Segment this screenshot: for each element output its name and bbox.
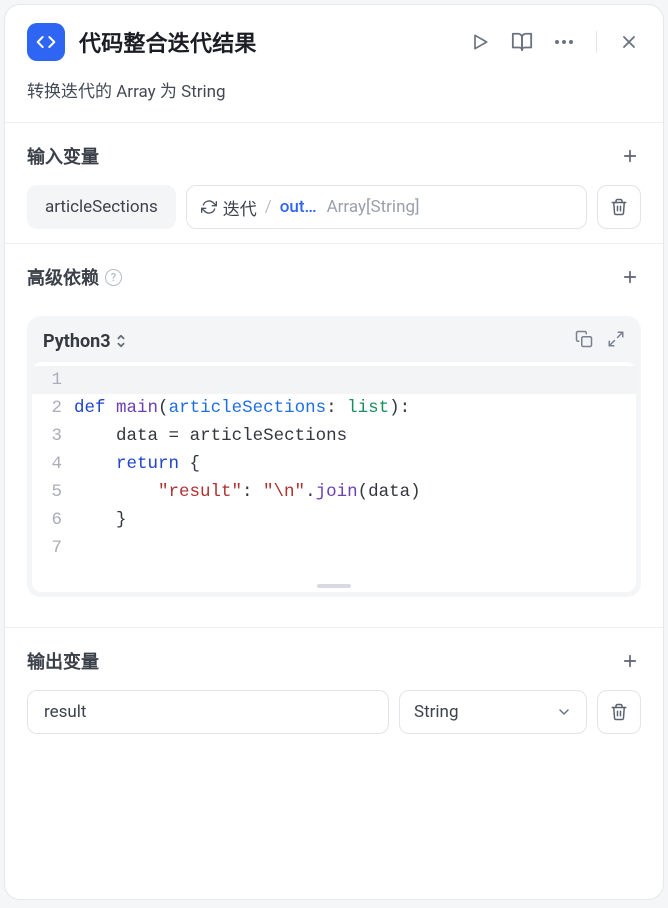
- output-variable-name[interactable]: result: [27, 690, 389, 734]
- language-selector[interactable]: Python3: [43, 331, 127, 352]
- advanced-deps-title: 高级依赖 ?: [27, 264, 122, 290]
- close-button[interactable]: [617, 30, 641, 54]
- panel-title: 代码整合迭代结果: [79, 26, 454, 58]
- resize-handle[interactable]: [317, 584, 351, 588]
- panel-header: 代码整合迭代结果: [5, 5, 663, 71]
- advanced-deps-section: 高级依赖 ?: [5, 244, 663, 310]
- delete-input-variable-button[interactable]: [597, 185, 641, 229]
- help-icon[interactable]: ?: [105, 269, 122, 286]
- input-variables-section: 输入变量 articleSections 迭代: [5, 123, 663, 243]
- chevron-updown-icon: [115, 334, 127, 348]
- add-dependency-button[interactable]: [619, 266, 641, 288]
- reference-iteration-label: 迭代: [223, 195, 257, 220]
- header-divider: [596, 31, 597, 53]
- delete-output-variable-button[interactable]: [597, 690, 641, 734]
- more-button[interactable]: [552, 30, 576, 54]
- panel-subtitle: 转换迭代的 Array 为 String: [5, 71, 663, 122]
- input-variable-row: articleSections 迭代 / out… Array[String]: [27, 185, 641, 229]
- copy-button[interactable]: [575, 330, 593, 352]
- reference-type-label: Array[String]: [327, 197, 420, 217]
- expand-button[interactable]: [607, 330, 625, 352]
- output-variables-title: 输出变量: [27, 648, 99, 674]
- output-variable-type-selector[interactable]: String: [399, 690, 587, 734]
- header-actions: [468, 30, 641, 54]
- run-button[interactable]: [468, 30, 492, 54]
- input-variables-title: 输入变量: [27, 143, 99, 169]
- reference-separator: /: [265, 197, 272, 217]
- variable-name-chip[interactable]: articleSections: [27, 185, 176, 229]
- code-body[interactable]: 1 2def main(articleSections: list): 3 da…: [32, 362, 636, 592]
- code-node-icon: [27, 23, 65, 61]
- variable-reference-selector[interactable]: 迭代 / out… Array[String]: [186, 185, 587, 229]
- output-variable-row: result String: [27, 690, 641, 734]
- add-output-variable-button[interactable]: [619, 650, 641, 672]
- refresh-icon: [201, 199, 217, 215]
- reference-output-label: out…: [280, 197, 317, 217]
- add-input-variable-button[interactable]: [619, 145, 641, 167]
- docs-button[interactable]: [510, 30, 534, 54]
- output-variables-section: 输出变量 result String: [5, 628, 663, 748]
- code-editor: Python3: [27, 316, 641, 597]
- chevron-down-icon: [556, 704, 572, 720]
- code-node-panel: 代码整合迭代结果: [4, 4, 664, 900]
